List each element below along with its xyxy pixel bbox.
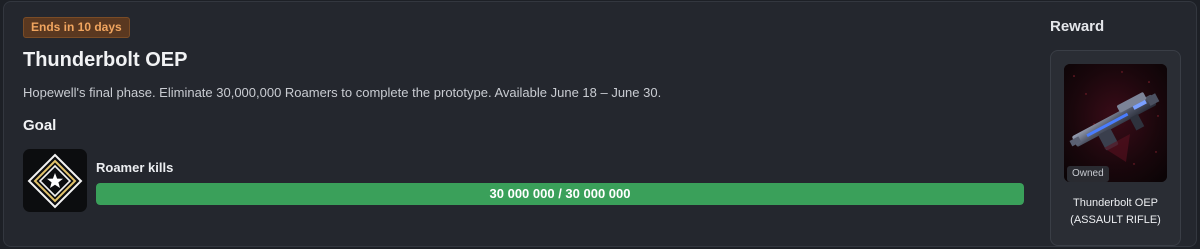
goal-label: Roamer kills xyxy=(96,160,174,175)
star-diamond-icon xyxy=(23,149,87,212)
event-title: Thunderbolt OEP xyxy=(23,49,188,71)
goal-progress-bar: 30 000 000 / 30 000 000 xyxy=(96,183,1024,205)
reward-name-line2: (ASSAULT RIFLE) xyxy=(1070,214,1161,226)
assault-rifle-image xyxy=(1064,64,1167,182)
reward-card[interactable]: Owned Thunderbolt OEP (ASSAULT RIFLE) xyxy=(1050,50,1181,246)
event-panel: Ends in 10 days Thunderbolt OEP Hopewell… xyxy=(3,1,1197,247)
owned-badge: Owned xyxy=(1067,166,1109,182)
reward-name: Thunderbolt OEP (ASSAULT RIFLE) xyxy=(1051,195,1180,229)
time-remaining-badge: Ends in 10 days xyxy=(23,17,130,38)
reward-heading: Reward xyxy=(1050,18,1105,35)
goal-progress-text: 30 000 000 / 30 000 000 xyxy=(489,186,631,201)
reward-name-line1: Thunderbolt OEP xyxy=(1073,197,1158,209)
event-description: Hopewell's final phase. Eliminate 30,000… xyxy=(23,85,662,100)
goal-heading: Goal xyxy=(23,117,57,134)
